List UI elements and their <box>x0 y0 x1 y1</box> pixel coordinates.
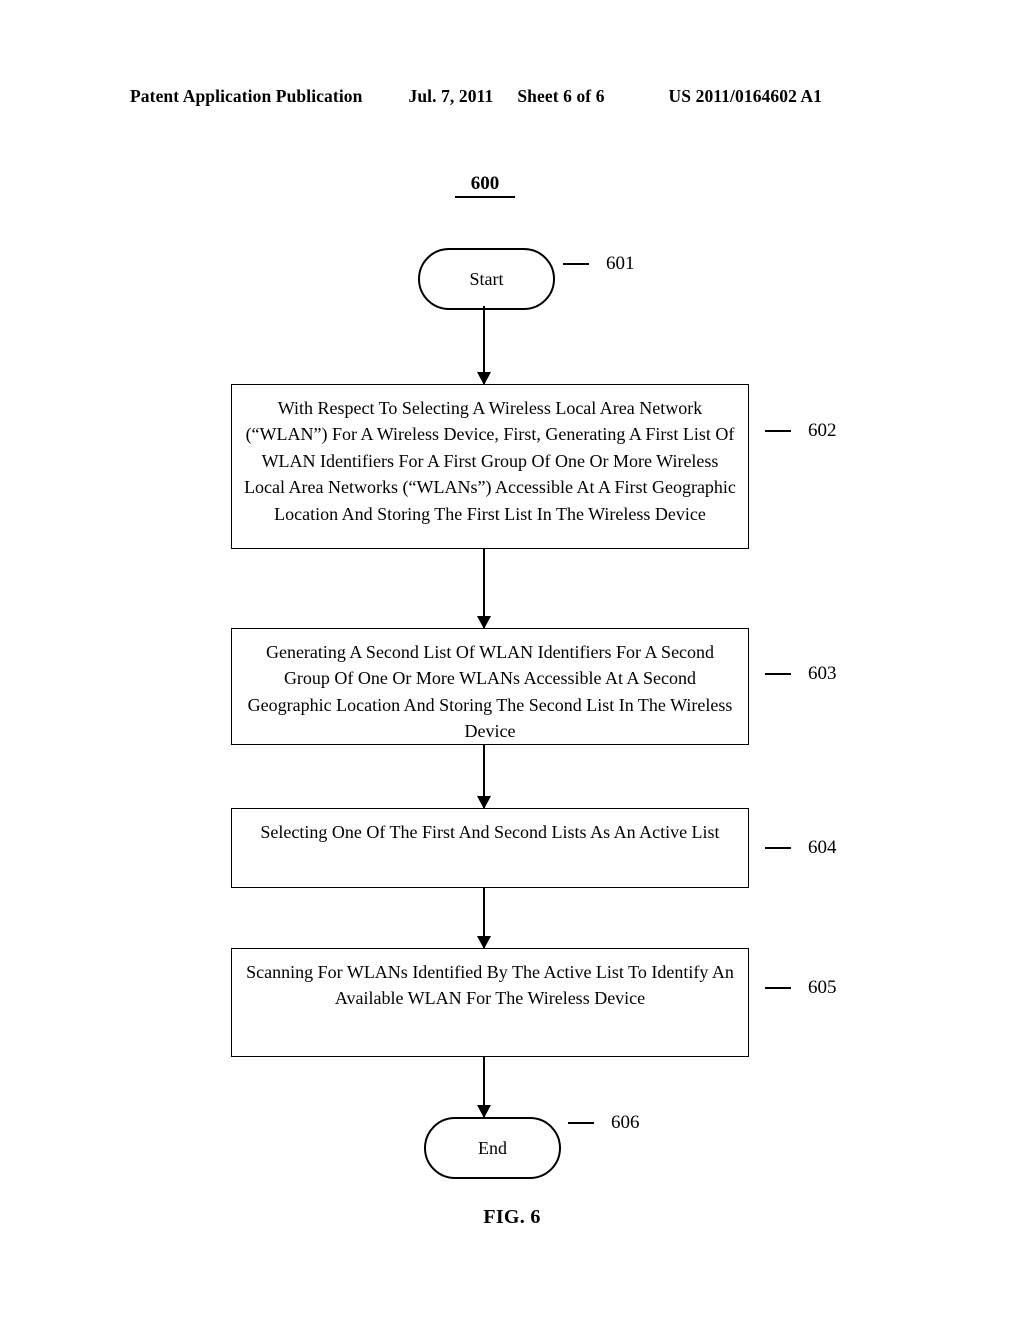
callout-603: 603 <box>765 661 837 687</box>
flowchart-node-604: Selecting One Of The First And Second Li… <box>231 808 749 888</box>
reference-number-605: 605 <box>808 977 837 998</box>
callout-601: 601 <box>563 251 635 277</box>
flowchart-figure: 600 Start 601 With Respect To Selecting … <box>0 0 1024 1320</box>
node-602-label: With Respect To Selecting A Wireless Loc… <box>244 398 736 524</box>
callout-605: 605 <box>765 975 837 1001</box>
flowchart-node-603: Generating A Second List Of WLAN Identif… <box>231 628 749 745</box>
node-end-label: End <box>478 1137 507 1158</box>
leader-line-icon <box>765 429 791 433</box>
connector-arrow-603-to-604 <box>483 745 485 808</box>
leader-line-icon <box>568 1121 594 1125</box>
node-604-label: Selecting One Of The First And Second Li… <box>260 822 720 842</box>
reference-number-602: 602 <box>808 420 837 441</box>
leader-line-icon <box>765 846 791 850</box>
flowchart-node-605: Scanning For WLANs Identified By The Act… <box>231 948 749 1057</box>
flowchart-node-start: Start <box>418 248 555 310</box>
leader-line-icon <box>765 986 791 990</box>
flowchart-node-end: End <box>424 1117 561 1179</box>
flowchart-node-602: With Respect To Selecting A Wireless Loc… <box>231 384 749 549</box>
reference-number-603: 603 <box>808 663 837 684</box>
connector-arrow-start-to-602 <box>483 306 485 384</box>
leader-line-icon <box>765 672 791 676</box>
node-603-label: Generating A Second List Of WLAN Identif… <box>247 642 733 742</box>
connector-arrow-602-to-603 <box>483 549 485 628</box>
reference-number-604: 604 <box>808 837 837 858</box>
reference-number-601: 601 <box>606 253 635 274</box>
figure-caption: FIG. 6 <box>483 1206 541 1228</box>
leader-line-icon <box>563 262 589 266</box>
reference-number-606: 606 <box>611 1112 640 1133</box>
callout-604: 604 <box>765 835 837 861</box>
figure-id-label: 600 <box>455 173 515 198</box>
node-start-label: Start <box>469 268 504 289</box>
connector-arrow-605-to-end <box>483 1057 485 1117</box>
connector-arrow-604-to-605 <box>483 888 485 948</box>
callout-602: 602 <box>765 418 837 444</box>
node-605-label: Scanning For WLANs Identified By The Act… <box>246 962 734 1009</box>
callout-606: 606 <box>568 1110 640 1136</box>
